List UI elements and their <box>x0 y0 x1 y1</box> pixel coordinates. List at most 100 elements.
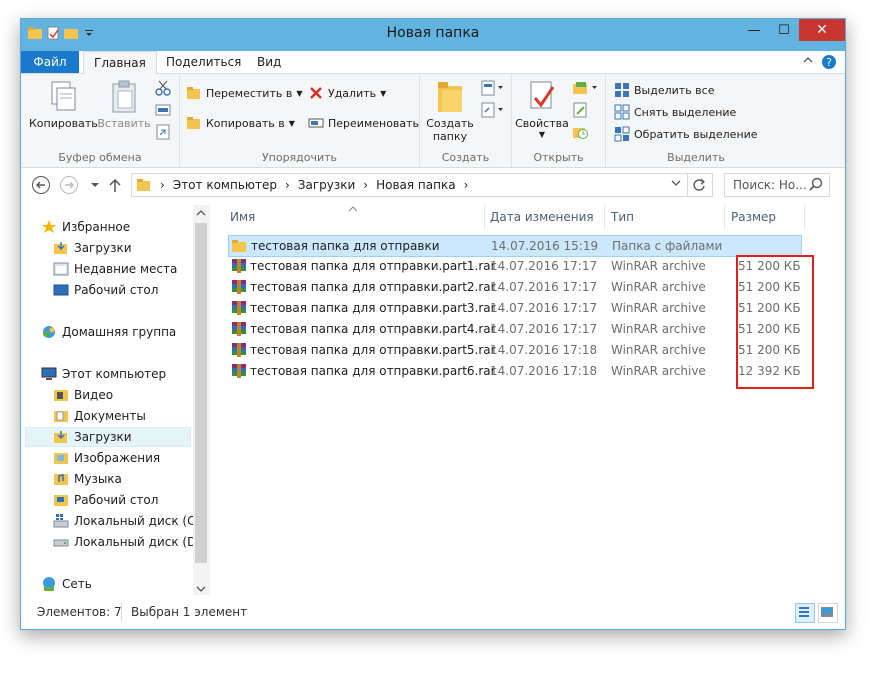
properties-button[interactable]: Свойства ▼ <box>514 80 570 139</box>
sidebar-item-downloads[interactable]: Загрузки <box>25 427 191 447</box>
help-icon[interactable]: ? <box>821 54 837 76</box>
new-folder-button[interactable]: Создать папку <box>424 80 476 143</box>
file-row[interactable]: тестовая папка для отправки.part4.rar 14… <box>228 319 801 339</box>
tab-home[interactable]: Главная <box>83 51 157 74</box>
up-button[interactable] <box>105 175 125 195</box>
sidebar-item-label: Изображения <box>74 451 161 465</box>
invert-selection-button[interactable]: Обратить выделение <box>614 126 758 142</box>
sidebar-homegroup[interactable]: Домашняя группа <box>41 322 211 342</box>
recent-locations-icon[interactable] <box>85 175 105 195</box>
select-none-button[interactable]: Снять выделение <box>614 104 736 120</box>
star-icon <box>42 220 56 233</box>
breadcrumb-downloads[interactable]: Загрузки <box>298 178 356 192</box>
new-item-icon[interactable] <box>480 80 504 99</box>
file-date: 14.07.2016 15:19 <box>491 239 599 253</box>
sidebar-this-pc-label: Этот компьютер <box>62 367 167 381</box>
forward-button[interactable] <box>59 175 79 195</box>
tab-view[interactable]: Вид <box>247 51 291 73</box>
recent-places-icon <box>53 262 69 276</box>
file-row[interactable]: тестовая папка для отправки.part3.rar 14… <box>228 298 801 318</box>
copy-button[interactable]: Копировать <box>29 80 98 130</box>
history-icon[interactable] <box>572 124 588 143</box>
select-all-button[interactable]: Выделить все <box>614 82 714 98</box>
maximize-button[interactable]: ☐ <box>769 19 799 41</box>
cut-icon[interactable] <box>155 80 171 99</box>
sidebar-scrollbar[interactable] <box>193 205 210 595</box>
select-group-label: Выделить <box>667 151 725 164</box>
column-header-size[interactable]: Размер <box>731 205 776 229</box>
file-row[interactable]: тестовая папка для отправки 14.07.2016 1… <box>228 235 802 257</box>
file-row[interactable]: тестовая папка для отправки.part1.rar 14… <box>228 256 801 276</box>
file-date: 14.07.2016 17:18 <box>490 364 598 378</box>
tab-share[interactable]: Поделиться <box>156 51 251 73</box>
column-divider[interactable] <box>484 205 485 229</box>
file-row[interactable]: тестовая папка для отправки.part2.rar 14… <box>228 277 801 297</box>
details-view-button[interactable] <box>795 603 815 623</box>
organize-group-label: Упорядочить <box>261 151 338 164</box>
copy-to-button[interactable]: Копировать в ▼ <box>186 115 295 131</box>
copy-label: Копировать <box>29 117 98 130</box>
file-type: WinRAR archive <box>611 259 706 273</box>
dropdown-arrow-icon: ▼ <box>538 130 546 139</box>
address-row: › Этот компьютер › Загрузки › Новая папк… <box>21 168 845 202</box>
minimize-button[interactable]: — <box>739 19 769 41</box>
paste-button[interactable]: Вставить <box>97 80 151 130</box>
column-header-date[interactable]: Дата изменения <box>490 205 594 229</box>
open-icon[interactable] <box>572 80 600 99</box>
group-new: Создать папку Создать <box>420 74 512 167</box>
search-icon[interactable] <box>809 177 823 194</box>
tab-file[interactable]: Файл <box>21 51 79 73</box>
search-placeholder: Поиск: Но... <box>733 178 807 192</box>
column-header-type[interactable]: Тип <box>611 205 634 229</box>
delete-button[interactable]: Удалить ▼ <box>308 85 386 101</box>
sidebar-favorites-label: Избранное <box>62 220 131 234</box>
new-folder-label-2: папку <box>432 130 468 143</box>
delete-label: Удалить <box>328 86 377 100</box>
ribbon-collapse-icon[interactable] <box>803 51 813 73</box>
title-bar[interactable]: Новая папка — ☐ ✕ <box>21 19 845 51</box>
paste-label: Вставить <box>97 117 151 130</box>
column-header-name[interactable]: Имя <box>230 205 255 229</box>
explorer-window: Новая папка — ☐ ✕ Файл Главная Поделитьс… <box>20 18 846 630</box>
downloads-folder-icon <box>54 431 67 443</box>
back-button[interactable] <box>31 175 51 195</box>
copy-path-icon[interactable] <box>155 102 171 121</box>
sidebar-favorites[interactable]: Избранное <box>41 217 211 237</box>
system-drive-icon <box>53 514 69 528</box>
invert-selection-label: Обратить выделение <box>634 127 758 141</box>
sidebar-network[interactable]: Сеть <box>41 574 211 594</box>
move-to-button[interactable]: Переместить в ▼ <box>186 85 303 101</box>
refresh-icon[interactable] <box>687 174 710 196</box>
search-input[interactable]: Поиск: Но... <box>724 173 830 197</box>
column-divider[interactable] <box>724 205 725 229</box>
homegroup-icon <box>43 326 55 338</box>
breadcrumb-this-pc[interactable]: Этот компьютер <box>173 178 277 192</box>
address-dropdown-icon[interactable] <box>670 177 682 192</box>
scroll-up-icon[interactable] <box>196 207 206 221</box>
sidebar-this-pc[interactable]: Этот компьютер <box>41 364 211 384</box>
column-divider[interactable] <box>604 205 605 229</box>
easy-access-icon[interactable] <box>480 102 504 121</box>
close-button[interactable]: ✕ <box>799 19 845 41</box>
scroll-down-icon[interactable] <box>196 583 206 597</box>
forward-arrow-icon <box>60 176 78 194</box>
rename-button[interactable]: Переименовать <box>308 115 419 131</box>
file-date: 14.07.2016 17:17 <box>490 301 598 315</box>
file-type: WinRAR archive <box>611 301 706 315</box>
file-row[interactable]: тестовая папка для отправки.part5.rar 14… <box>228 340 801 360</box>
status-bar: Элементов: 7 Выбран 1 элемент <box>21 598 845 628</box>
file-row[interactable]: тестовая папка для отправки.part6.rar 14… <box>228 361 801 381</box>
select-none-label: Снять выделение <box>634 105 737 119</box>
edit-icon[interactable] <box>572 102 588 121</box>
large-icons-view-button[interactable] <box>818 603 838 623</box>
paste-shortcut-icon[interactable] <box>155 124 171 143</box>
column-divider[interactable] <box>804 205 805 229</box>
rar-icon <box>232 364 246 378</box>
pictures-folder-icon <box>54 453 68 464</box>
computer-icon <box>41 367 57 380</box>
new-folder-icon <box>438 82 462 112</box>
scrollbar-thumb[interactable] <box>195 223 207 563</box>
sidebar-item-label: Рабочий стол <box>74 493 159 507</box>
breadcrumb-new-folder[interactable]: Новая папка <box>376 178 455 192</box>
address-bar[interactable]: › Этот компьютер › Загрузки › Новая папк… <box>131 173 713 197</box>
